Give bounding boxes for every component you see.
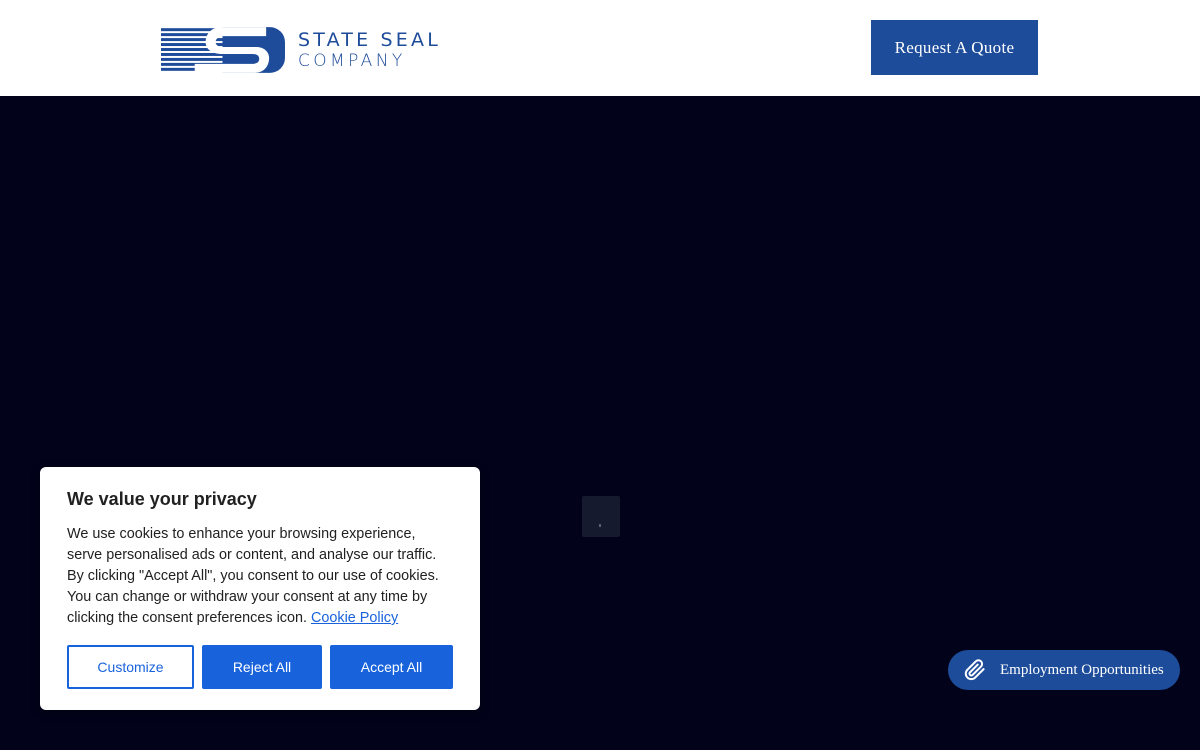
- paperclip-icon: [964, 659, 985, 681]
- customize-button[interactable]: Customize: [67, 645, 194, 689]
- reject-all-button[interactable]: Reject All: [202, 645, 322, 689]
- company-logo[interactable]: STATE SEAL COMPANY: [161, 26, 441, 74]
- video-play-button[interactable]: [582, 496, 620, 537]
- company-name: STATE SEAL COMPANY: [297, 28, 441, 71]
- site-header: STATE SEAL COMPANY Request A Quote: [0, 0, 1200, 96]
- cookie-policy-link[interactable]: Cookie Policy: [311, 610, 398, 626]
- cookie-banner-title: We value your privacy: [67, 489, 257, 509]
- accept-all-button[interactable]: Accept All: [330, 645, 453, 689]
- company-name-line1: STATE SEAL: [297, 28, 441, 51]
- state-seal-logo-icon: [161, 27, 285, 73]
- play-icon: [599, 524, 601, 527]
- employment-opportunities-label: Employment Opportunities: [1000, 661, 1164, 678]
- cookie-banner-text: We use cookies to enhance your browsing …: [67, 524, 453, 629]
- company-name-line2: COMPANY: [297, 50, 406, 71]
- cookie-banner-actions: Customize Reject All Accept All: [67, 645, 453, 689]
- request-quote-button[interactable]: Request A Quote: [871, 20, 1038, 75]
- employment-opportunities-button[interactable]: Employment Opportunities: [948, 650, 1180, 690]
- cookie-consent-banner: We value your privacy We use cookies to …: [40, 467, 480, 710]
